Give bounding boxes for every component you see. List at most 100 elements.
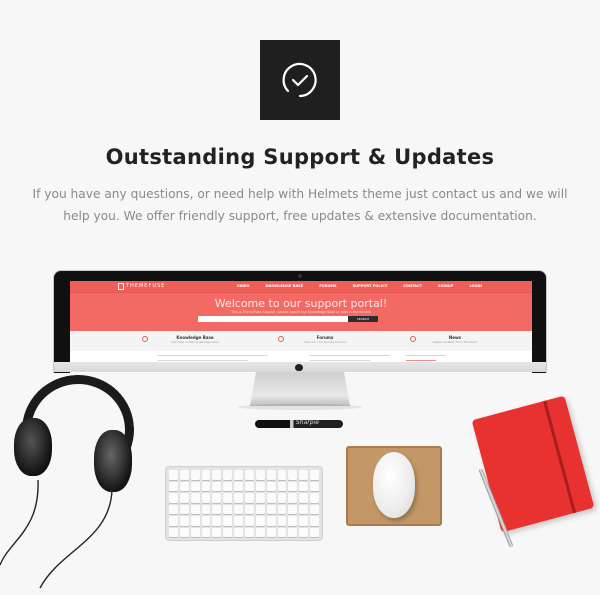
notebook-band	[543, 400, 577, 514]
keyboard-key	[234, 504, 243, 514]
column-forums[interactable]: Forums Visit our community forums	[270, 331, 380, 349]
keyboard-key	[223, 504, 233, 514]
keyboard-key	[234, 527, 243, 537]
keyboard-key	[299, 516, 309, 526]
keyboard-key	[266, 470, 276, 480]
keyboard-key	[234, 470, 243, 480]
keyboard-key	[201, 504, 211, 514]
keyboard-key	[169, 481, 178, 491]
content-line	[158, 360, 248, 362]
keyboard-key	[310, 516, 319, 526]
keyboard-key	[277, 504, 287, 514]
menu-item-video[interactable]: VIDEO	[237, 284, 250, 288]
keyboard-key	[299, 504, 309, 514]
keyboard-key	[299, 470, 309, 480]
keyboard-key	[190, 527, 200, 537]
clock-check-icon	[282, 62, 317, 98]
keyboard	[165, 466, 323, 541]
keyboard-key	[169, 527, 178, 537]
section-title: Outstanding Support & Updates	[105, 145, 495, 169]
keyboard-key	[190, 481, 200, 491]
keyboard-key	[201, 516, 211, 526]
keyboard-key	[212, 504, 222, 514]
keyboard-key	[299, 493, 309, 503]
keyboard-key	[288, 481, 298, 491]
marker-brand: Sharpie	[296, 419, 319, 426]
keyboard-key	[288, 504, 298, 514]
keyboard-key	[190, 504, 200, 514]
keyboard-key	[299, 481, 309, 491]
keyboard-key	[223, 481, 233, 491]
keyboard-key	[310, 493, 319, 503]
keyboard-key	[310, 527, 319, 537]
keyboard-key	[255, 470, 265, 480]
keyboard-key	[277, 481, 287, 491]
keyboard-key	[179, 516, 189, 526]
chat-icon	[278, 336, 284, 342]
keyboard-key	[190, 493, 200, 503]
keyboard-key	[299, 527, 309, 537]
column-knowledge-base[interactable]: Knowledge Base Get help in the knowledge…	[140, 331, 250, 349]
keyboard-key	[310, 470, 319, 480]
imac-stand	[250, 372, 350, 406]
keyboard-key	[201, 493, 211, 503]
keyboard-key	[288, 516, 298, 526]
keyboard-key	[201, 527, 211, 537]
keyboard-key	[223, 493, 233, 503]
keyboard-key	[266, 516, 276, 526]
keyboard-key	[212, 527, 222, 537]
keyboard-key	[169, 516, 178, 526]
camera-dot	[298, 274, 302, 278]
screen-logo: THEMEFUSE	[126, 283, 166, 289]
hero-subtitle: This is ThemeFuse Support, please search…	[231, 310, 371, 314]
keyboard-key	[288, 527, 298, 537]
keyboard-key	[190, 516, 200, 526]
menu-item-contact[interactable]: CONTACT	[403, 284, 422, 288]
keyboard-key	[255, 516, 265, 526]
apple-logo-icon	[295, 364, 303, 371]
screen-menu: VIDEO KNOWLEDGE BASE FORUMS SUPPORT POLI…	[237, 284, 482, 288]
keyboard-key	[234, 516, 243, 526]
keyboard-key	[310, 504, 319, 514]
content-line	[158, 355, 268, 357]
keyboard-key	[179, 470, 189, 480]
imac-monitor: THEMEFUSE VIDEO KNOWLEDGE BASE FORUMS SU…	[53, 270, 547, 373]
keyboard-key	[169, 470, 178, 480]
screen-navbar: THEMEFUSE VIDEO KNOWLEDGE BASE FORUMS SU…	[70, 281, 532, 293]
menu-item-knowledge-base[interactable]: KNOWLEDGE BASE	[265, 284, 303, 288]
keyboard-key	[234, 481, 243, 491]
keyboard-key	[244, 527, 254, 537]
content-line	[406, 360, 436, 362]
content-line	[310, 360, 370, 362]
keyboard-key	[255, 481, 265, 491]
keyboard-key	[223, 470, 233, 480]
keyboard-key	[223, 516, 233, 526]
headphones-cable	[0, 479, 113, 589]
menu-item-login[interactable]: LOGIN	[469, 284, 482, 288]
keyboard-key	[266, 481, 276, 491]
menu-item-forums[interactable]: FORUMS	[319, 284, 336, 288]
keyboard-key	[288, 470, 298, 480]
column-subtitle: Get help in the knowledge base	[171, 340, 219, 344]
mouse	[373, 452, 415, 518]
keyboard-key	[255, 504, 265, 514]
keyboard-key	[201, 470, 211, 480]
menu-item-support-policy[interactable]: SUPPORT POLICY	[353, 284, 388, 288]
keyboard-key	[201, 481, 211, 491]
menu-item-signup[interactable]: SIGNUP	[438, 284, 453, 288]
hero-title: Welcome to our support portal!	[214, 297, 388, 310]
keyboard-key	[179, 493, 189, 503]
content-line	[310, 355, 390, 357]
keyboard-key	[169, 493, 178, 503]
keyboard-key	[212, 481, 222, 491]
column-news[interactable]: News Latest updates from the team	[400, 331, 510, 349]
keyboard-key	[234, 493, 243, 503]
red-notebook	[471, 395, 595, 533]
screen-search-input[interactable]	[198, 316, 348, 322]
keyboard-key	[255, 527, 265, 537]
screen-search-button[interactable]: SEARCH	[348, 316, 378, 322]
keyboard-key	[310, 481, 319, 491]
content-line	[406, 355, 446, 357]
keyboard-key	[190, 470, 200, 480]
support-portal-screen: THEMEFUSE VIDEO KNOWLEDGE BASE FORUMS SU…	[70, 281, 532, 373]
